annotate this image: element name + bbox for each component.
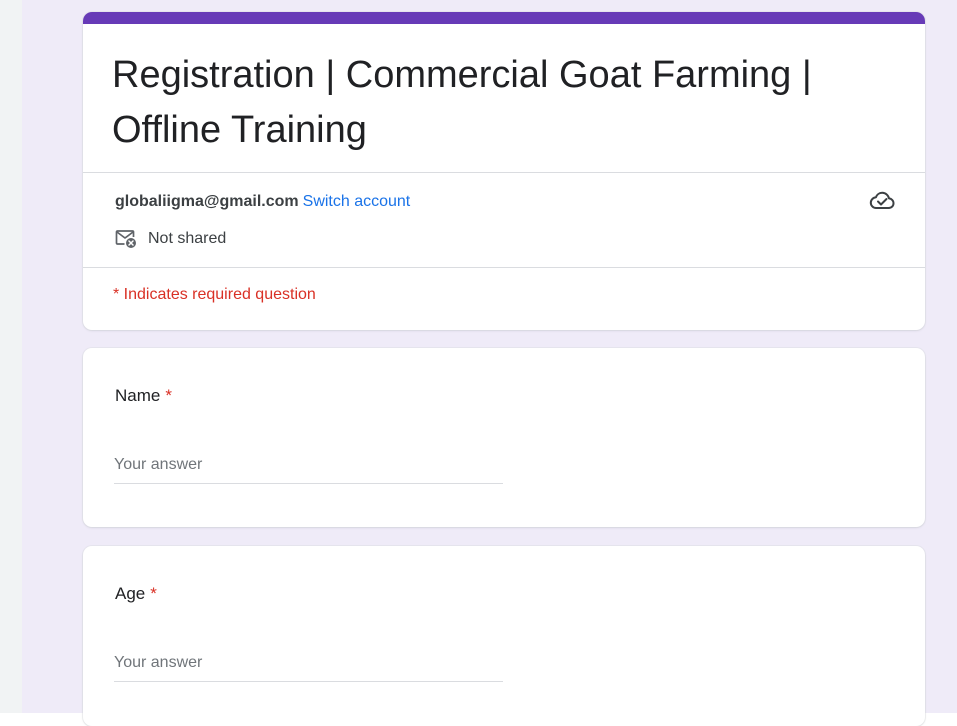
sharing-status: Not shared [115,228,226,250]
form-title: Registration | Commercial Goat Farming |… [112,54,823,151]
question-title: Name [115,386,161,405]
account-row: globaliigma@gmail.com Switch account [115,192,410,212]
title-divider [83,172,925,173]
account-email: globaliigma@gmail.com [115,193,299,210]
switch-account-link[interactable]: Switch account [303,193,411,210]
left-margin-strip [0,0,22,713]
mail-not-shared-icon [115,230,136,248]
sharing-status-label: Not shared [148,230,227,247]
cloud-check-icon[interactable] [869,190,895,212]
question-card-name: Name * [83,348,925,527]
question-label: Name * [115,386,172,406]
question-title: Age [115,584,146,603]
age-answer-input[interactable] [114,645,503,682]
form-accent-bar [83,12,925,24]
question-label: Age * [115,584,157,604]
required-note: * Indicates required question [113,286,316,303]
name-answer-input[interactable] [114,447,503,484]
required-star: * [165,386,172,405]
question-card-age: Age * [83,546,925,726]
account-divider [83,267,925,268]
form-header-card: Registration | Commercial Goat Farming |… [83,12,925,330]
required-star: * [150,584,157,603]
